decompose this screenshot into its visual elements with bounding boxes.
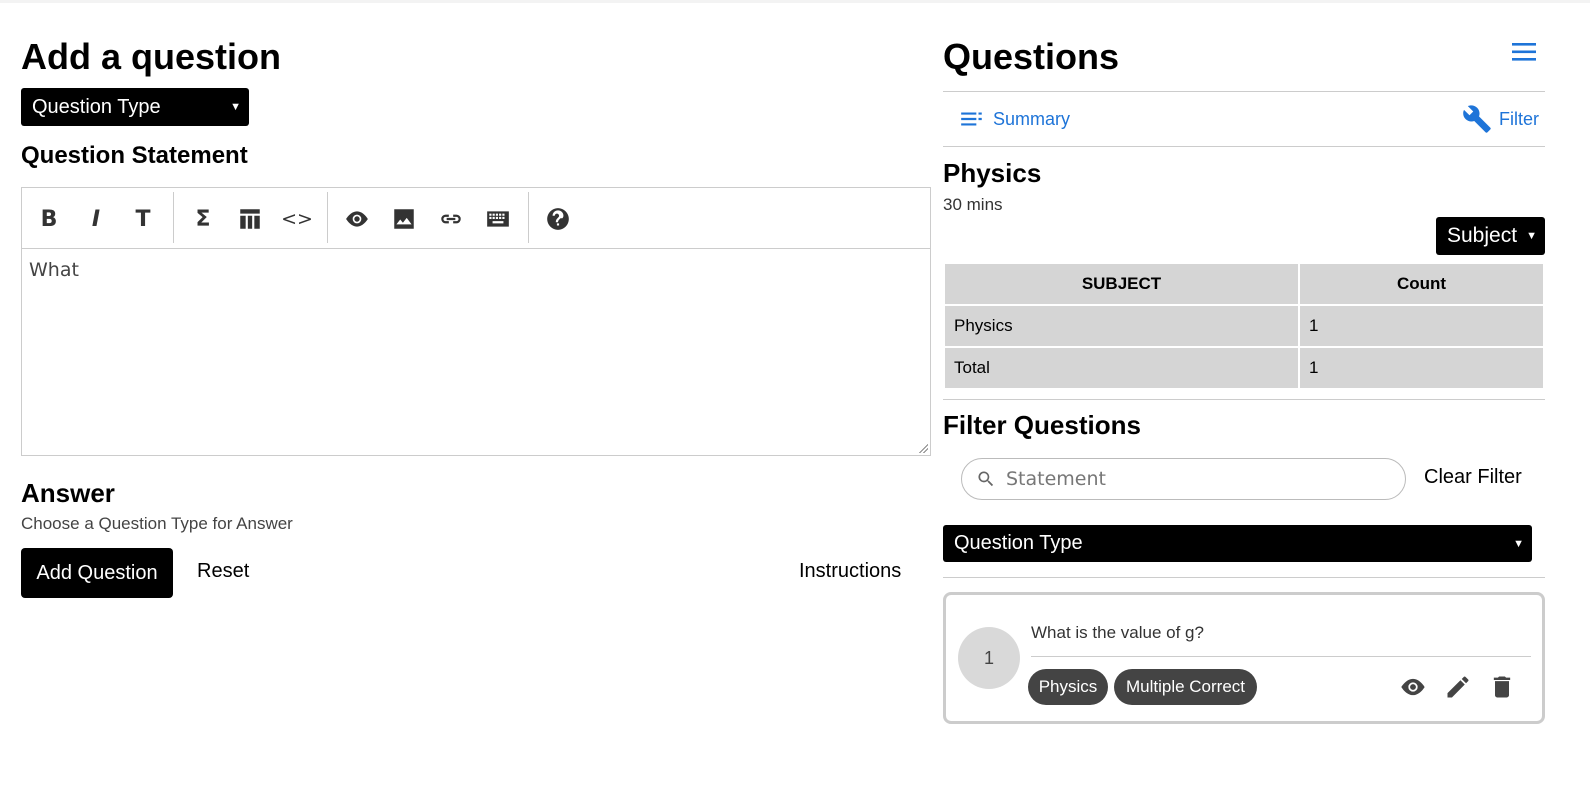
clear-filter-button[interactable]: Clear Filter — [1424, 466, 1522, 489]
eye-icon — [1401, 678, 1425, 696]
filter-link[interactable]: Filter — [1462, 104, 1539, 134]
filter-questions-heading: Filter Questions — [943, 410, 1141, 440]
preview-question-button[interactable] — [1399, 673, 1427, 701]
question-number: 1 — [958, 627, 1020, 689]
type-tag: Multiple Correct — [1114, 669, 1257, 705]
top-border — [0, 0, 1590, 3]
code-button[interactable]: <> — [280, 202, 314, 236]
question-card[interactable]: 1 What is the value of g? Physics Multip… — [943, 592, 1545, 724]
divider — [943, 577, 1545, 578]
delete-question-button[interactable] — [1488, 673, 1516, 701]
search-icon — [978, 471, 994, 487]
heading-button[interactable]: T — [126, 202, 160, 236]
subject-tag: Physics — [1028, 669, 1108, 705]
instructions-button[interactable]: Instructions — [799, 560, 901, 583]
filter-link-label: Filter — [1499, 108, 1539, 129]
caret-down-icon: ▼ — [1513, 537, 1524, 550]
answer-hint: Choose a Question Type for Answer — [21, 514, 293, 533]
toolbar-divider — [528, 192, 529, 243]
preview-button[interactable] — [340, 202, 374, 236]
subject-select-label: Subject — [1447, 224, 1518, 247]
subject-select[interactable]: Subject ▼ — [1436, 217, 1545, 255]
subject-heading: Physics — [943, 158, 1042, 188]
eye-icon — [346, 211, 368, 227]
divider — [943, 91, 1545, 92]
help-icon — [547, 208, 569, 230]
divider — [1031, 656, 1531, 657]
pencil-icon — [1447, 676, 1469, 698]
search-box — [961, 458, 1406, 500]
question-type-select-label: Question Type — [32, 95, 161, 118]
link-button[interactable] — [434, 202, 468, 236]
toolbar-divider — [173, 192, 174, 243]
edit-question-button[interactable] — [1444, 673, 1472, 701]
summary-link-label: Summary — [993, 108, 1071, 129]
italic-icon: I — [91, 206, 101, 232]
search-input[interactable] — [1006, 468, 1386, 490]
trash-icon — [1493, 676, 1511, 698]
divider — [943, 146, 1545, 147]
table-header-row: SUBJECT Count — [945, 264, 1543, 304]
table-icon — [240, 209, 260, 229]
table-cell: 1 — [1300, 306, 1543, 346]
add-question-button[interactable]: Add Question — [21, 548, 173, 598]
editor-toolbar: B I T Σ <> — [22, 188, 930, 249]
math-button[interactable]: Σ — [186, 202, 220, 236]
table-row: Physics 1 — [945, 306, 1543, 346]
table-cell: Physics — [945, 306, 1298, 346]
rich-text-editor: B I T Σ <> What — [21, 187, 931, 456]
filter-question-type-label: Question Type — [954, 532, 1083, 554]
filter-question-type-select[interactable]: Question Type ▼ — [943, 525, 1532, 562]
resize-handle[interactable] — [918, 443, 928, 453]
table-header: Count — [1300, 264, 1543, 304]
table-cell: Total — [945, 348, 1298, 388]
question-statement-heading: Question Statement — [21, 142, 248, 169]
table-button[interactable] — [233, 202, 267, 236]
table-cell: 1 — [1300, 348, 1543, 388]
question-text: What is the value of g? — [1031, 623, 1204, 642]
list-icon — [961, 112, 982, 126]
caret-down-icon: ▼ — [230, 101, 241, 113]
toolbar-divider — [327, 192, 328, 243]
wrench-icon — [1463, 105, 1491, 133]
table-header: SUBJECT — [945, 264, 1298, 304]
table-row: Total 1 — [945, 348, 1543, 388]
menu-icon[interactable] — [1510, 40, 1538, 64]
reset-button[interactable]: Reset — [197, 560, 249, 583]
bold-icon: B — [40, 206, 58, 232]
sigma-icon: Σ — [195, 206, 211, 232]
duration-text: 30 mins — [943, 195, 1003, 214]
italic-button[interactable]: I — [79, 202, 113, 236]
editor-textarea[interactable]: What — [22, 249, 930, 455]
divider — [943, 399, 1545, 400]
bold-button[interactable]: B — [32, 202, 66, 236]
code-icon: <> — [281, 208, 313, 230]
link-icon — [441, 214, 461, 224]
heading-icon: T — [135, 206, 151, 232]
summary-table: SUBJECT Count Physics 1 Total 1 — [943, 262, 1545, 390]
answer-heading: Answer — [21, 478, 115, 508]
caret-down-icon: ▼ — [1526, 230, 1537, 242]
image-icon — [394, 209, 414, 229]
keyboard-icon — [487, 211, 509, 227]
question-type-select[interactable]: Question Type ▼ — [21, 88, 249, 126]
image-button[interactable] — [387, 202, 421, 236]
summary-link[interactable]: Summary — [959, 106, 1070, 132]
help-button[interactable] — [541, 202, 575, 236]
keyboard-button[interactable] — [481, 202, 515, 236]
questions-title: Questions — [943, 36, 1120, 77]
page-title: Add a question — [21, 36, 281, 77]
